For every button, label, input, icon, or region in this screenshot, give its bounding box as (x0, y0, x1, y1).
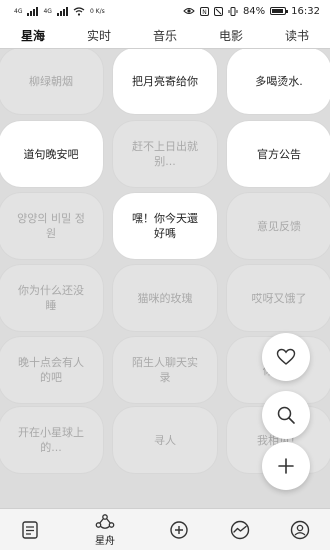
network-label-right: 4G (43, 7, 52, 15)
status-right: N 84% 16:32 (183, 6, 320, 17)
mute-icon (213, 6, 223, 16)
status-left: 4G 4G 0 K/s (14, 6, 105, 16)
card-mao-mi[interactable]: 猫咪的玫瑰 (113, 265, 217, 331)
tab-xinghai[interactable]: 星海 (15, 23, 51, 52)
card-announcement[interactable]: 官方公告 (227, 121, 330, 187)
card-wei-shen-me[interactable]: 你为什么还没睡 (0, 265, 103, 331)
nav-notebook[interactable] (0, 509, 60, 550)
tab-movies[interactable]: 电影 (213, 23, 249, 48)
trend-circle-icon (230, 520, 250, 540)
signal-icon (27, 6, 39, 16)
nav-label-xingzhou: 星舟 (95, 536, 115, 547)
speed-label: 0 K/s (89, 7, 105, 15)
battery-percent: 84% (242, 5, 266, 17)
tab-books[interactable]: 读书 (279, 23, 315, 48)
bottom-nav: 星舟 (0, 508, 330, 550)
heart-icon (276, 348, 296, 365)
clock: 16:32 (291, 5, 320, 17)
svg-text:N: N (202, 9, 207, 16)
card-liulv[interactable]: 柳绿朝烟 (0, 49, 103, 114)
card-ba-yue[interactable]: 把月亮寄给你 (113, 49, 217, 114)
status-bar: 4G 4G 0 K/s N 84% 16:32 (0, 0, 330, 22)
plus-circle-icon (170, 521, 188, 539)
card-wan-shi[interactable]: 晚十点会有人的吧 (0, 337, 103, 403)
battery-icon (270, 7, 289, 15)
notebook-icon (22, 521, 38, 539)
nav-trends[interactable] (210, 509, 270, 550)
card-ai-ya[interactable]: 哎呀又饿了 (227, 265, 330, 331)
card-mo-sheng[interactable]: 陌生人聊天实录 (113, 337, 217, 403)
card-korean-garden[interactable]: 양양의 비밀 정원 (0, 193, 103, 259)
card-hei-ni[interactable]: 嘿！你今天還好嗎 (113, 193, 217, 259)
user-circle-icon (290, 520, 310, 540)
network-label-left: 4G (14, 7, 23, 15)
card-dao-ju[interactable]: 道句晚安吧 (0, 121, 103, 187)
planet-grid: 柳绿朝烟 把月亮寄给你 多喝烫水. 道句晚安吧 赶不上日出就别... 官方公告 … (0, 49, 330, 508)
card-duo-he[interactable]: 多喝烫水. (227, 49, 330, 114)
tab-realtime[interactable]: 实时 (81, 23, 117, 48)
vibrate-icon (228, 6, 238, 16)
tab-music[interactable]: 音乐 (147, 23, 183, 48)
search-icon (277, 406, 295, 424)
add-button[interactable] (262, 442, 310, 490)
nav-create[interactable] (149, 509, 209, 550)
signal-icon-2 (56, 6, 68, 16)
plus-icon (278, 458, 294, 474)
nfc-icon: N (199, 6, 209, 16)
wifi-icon (73, 6, 85, 16)
card-xun-ren[interactable]: 寻人 (113, 407, 217, 473)
boat-icon (95, 514, 115, 529)
favorite-button[interactable] (262, 333, 310, 381)
card-gan-bu[interactable]: 赶不上日出就别... (113, 121, 217, 187)
category-tabs: 星海 实时 音乐 电影 读书 (0, 22, 330, 52)
card-feedback[interactable]: 意见反馈 (227, 193, 330, 259)
search-button[interactable] (262, 391, 310, 439)
card-xiao-xing-qiu[interactable]: 开在小星球上的... (0, 407, 103, 473)
eye-icon (183, 8, 195, 14)
nav-xingzhou[interactable]: 星舟 (75, 509, 135, 550)
nav-profile[interactable] (270, 509, 330, 550)
